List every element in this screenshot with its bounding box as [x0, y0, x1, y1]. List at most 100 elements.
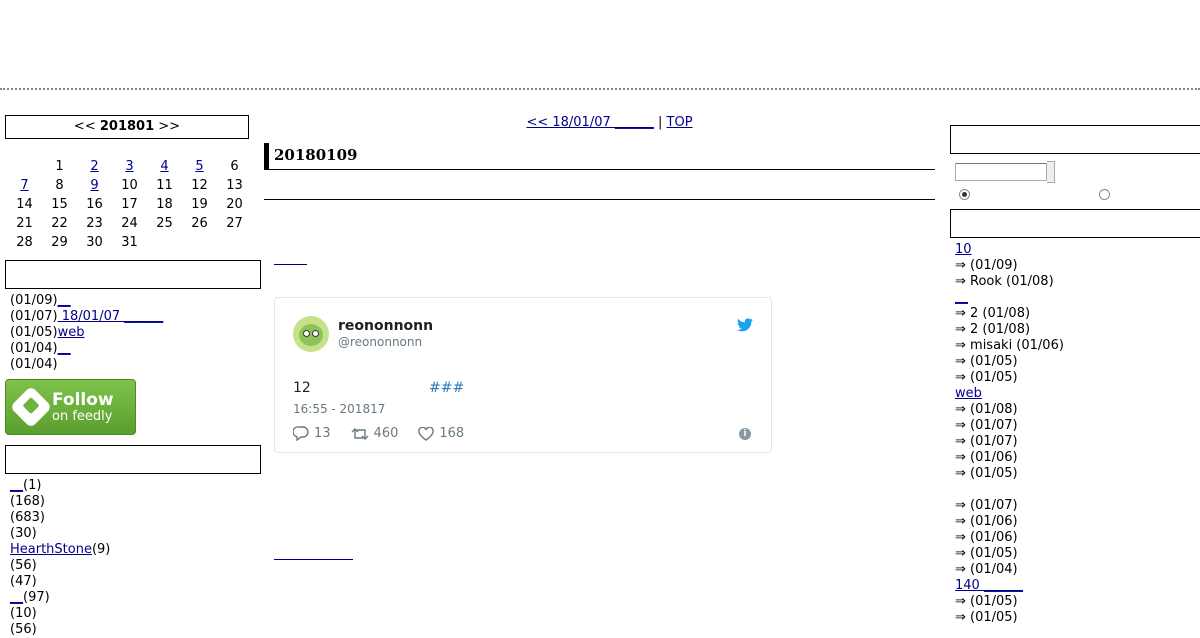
tweet-author-handle[interactable]: @reononnonn: [338, 335, 422, 349]
tweet-hashtag[interactable]: ###: [429, 380, 464, 396]
comment-item[interactable]: ⇒ (01/06): [955, 450, 1200, 466]
search-button[interactable]: [1047, 161, 1055, 183]
comment-item[interactable]: ⇒ (01/05): [955, 354, 1200, 370]
category-link[interactable]: __: [10, 478, 23, 493]
recent-entry-link[interactable]: 18/01/07 ______: [58, 309, 164, 324]
feedly-label-2: on feedly: [52, 408, 113, 424]
recent-comments-header: [950, 209, 1200, 238]
tweet-author-name[interactable]: reononnonn: [338, 318, 433, 334]
comment-item[interactable]: ⇒ 2 (01/08): [955, 322, 1200, 338]
reply-icon: [293, 426, 309, 441]
calendar-day-link[interactable]: 7: [20, 178, 28, 193]
calendar-day-link[interactable]: 3: [125, 159, 133, 174]
comment-item[interactable]: ⇒ (01/05): [955, 610, 1200, 626]
category-item: (683): [10, 510, 261, 526]
calendar-day: 16: [86, 197, 103, 212]
category-count: (47): [10, 574, 37, 589]
comment-entry-link[interactable]: 140 ______: [955, 578, 1023, 593]
category-link[interactable]: HearthStone: [10, 542, 92, 557]
comment-item[interactable]: ⇒ misaki (01/06): [955, 338, 1200, 354]
comment-item[interactable]: ⇒ (01/05): [955, 546, 1200, 562]
recent-entry-link[interactable]: web: [58, 325, 85, 340]
comment-entry-link[interactable]: 10: [955, 242, 972, 257]
search-scope-radio-1[interactable]: [959, 189, 970, 200]
comment-entry-title: __: [955, 290, 1200, 306]
comment-entry-link[interactable]: web: [955, 386, 982, 401]
calendar-day: 3: [112, 157, 147, 176]
search-input[interactable]: [955, 163, 1047, 181]
comment-item[interactable]: [955, 482, 1200, 498]
calendar-week: 7 8 9 10 11 12 13: [7, 176, 252, 195]
search-scope-radio-2[interactable]: [1099, 189, 1110, 200]
embedded-tweet[interactable]: reononnonn @reononnonn 12 ### 16:55 - 20…: [274, 297, 772, 453]
reply-action[interactable]: 13: [293, 426, 331, 441]
comment-item[interactable]: ⇒ 2 (01/08): [955, 306, 1200, 322]
recent-entry-link[interactable]: __: [58, 341, 71, 356]
comment-item[interactable]: ⇒ (01/09): [955, 258, 1200, 274]
tweet-actions: 13 460 168: [293, 426, 484, 441]
comment-item[interactable]: ⇒ (01/07): [955, 498, 1200, 514]
tweet-timestamp[interactable]: 16:55 - 201817: [293, 402, 385, 416]
comment-item[interactable]: ⇒ (01/08): [955, 402, 1200, 418]
recent-entries-list: (01/09)__ (01/07) 18/01/07 ______ (01/05)w…: [10, 293, 261, 373]
category-count: (30): [10, 526, 37, 541]
search-form: [955, 161, 1200, 183]
calendar-day-link[interactable]: 9: [90, 178, 98, 193]
comment-item[interactable]: ⇒ (01/05): [955, 594, 1200, 610]
left-sidebar: << 201801 >> 1 2 3 4 5 6 7 8 9 10 11 12 13 14 15 16 17 18…: [5, 115, 261, 638]
calendar-day: 23: [86, 216, 103, 231]
category-count: (9): [91, 542, 111, 557]
calendar-next-link[interactable]: >>: [158, 119, 180, 134]
calendar-prev-link[interactable]: <<: [74, 119, 96, 134]
comment-entry-title: 10: [955, 242, 1200, 258]
comment-item[interactable]: ⇒ (01/06): [955, 514, 1200, 530]
info-icon[interactable]: i: [739, 428, 751, 440]
recent-entry: (01/07) 18/01/07 ______: [10, 309, 261, 325]
comment-item[interactable]: ⇒ (01/07): [955, 434, 1200, 450]
comment-item[interactable]: ⇒ (01/07): [955, 418, 1200, 434]
calendar-week: 21 22 23 24 25 26 27: [7, 214, 252, 233]
calendar-day: 13: [226, 178, 243, 193]
top-link[interactable]: TOP: [667, 115, 693, 130]
entry-footer-link[interactable]: [274, 549, 353, 560]
calendar-day: 1: [55, 159, 64, 174]
category-item: __(1): [10, 478, 261, 494]
comment-item[interactable]: ⇒ (01/06): [955, 530, 1200, 546]
prev-entry-link[interactable]: << 18/01/07 ______: [526, 115, 653, 130]
recent-entry: (01/04)__: [10, 341, 261, 357]
avatar[interactable]: [293, 316, 329, 352]
reply-count: 13: [314, 426, 331, 441]
calendar-grid: 1 2 3 4 5 6 7 8 9 10 11 12 13 14 15 16 17 18 19 20 21 22 23 24 2…: [7, 157, 252, 252]
calendar-day: 4: [147, 157, 182, 176]
recent-entry-date: (01/04): [10, 357, 58, 372]
category-count: (683): [10, 510, 45, 525]
recent-entry-date: (01/05): [10, 325, 58, 340]
comment-item[interactable]: ⇒ (01/04): [955, 562, 1200, 578]
twitter-bird-icon[interactable]: [737, 318, 753, 332]
category-item: (56): [10, 622, 261, 638]
entry-link[interactable]: [274, 254, 307, 265]
recent-entry-link[interactable]: __: [58, 293, 71, 308]
comment-item[interactable]: ⇒ Rook (01/08): [955, 274, 1200, 290]
comment-item[interactable]: ⇒ (01/05): [955, 466, 1200, 482]
calendar-day: 9: [77, 176, 112, 195]
calendar-day-link[interactable]: 5: [195, 159, 203, 174]
calendar-day-link[interactable]: 2: [90, 159, 98, 174]
comment-item[interactable]: ⇒ (01/05): [955, 370, 1200, 386]
search-scope-options: [950, 187, 1200, 205]
category-count: (97): [23, 590, 50, 605]
recent-entry: (01/09)__: [10, 293, 261, 309]
category-count: (10): [10, 606, 37, 621]
calendar-day: 21: [16, 216, 33, 231]
calendar-day-link[interactable]: 4: [160, 159, 168, 174]
category-item: __(97): [10, 590, 261, 606]
comment-entry-link[interactable]: __: [955, 290, 968, 305]
category-item: (30): [10, 526, 261, 542]
category-link[interactable]: __: [10, 590, 23, 605]
categories-list: __(1) (168) (683) (30) HearthStone(9) (56) (47…: [10, 478, 261, 638]
retweet-action[interactable]: 460: [351, 426, 398, 441]
follow-feedly-button[interactable]: Follow on feedly: [5, 379, 136, 435]
category-item: HearthStone(9): [10, 542, 261, 558]
calendar-month: 201801: [99, 119, 155, 134]
like-action[interactable]: 168: [418, 426, 464, 441]
